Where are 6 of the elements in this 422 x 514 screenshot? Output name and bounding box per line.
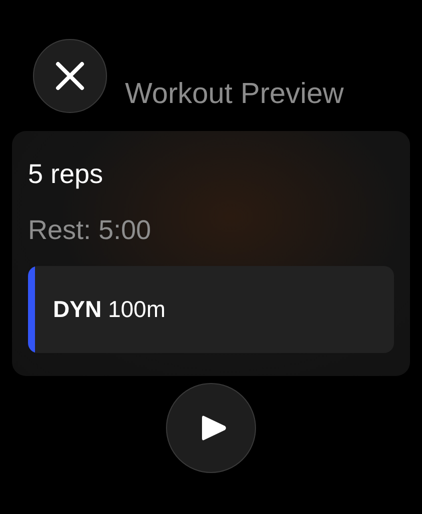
close-icon <box>55 61 85 91</box>
window-title: Workout Preview <box>125 78 344 111</box>
interval-label: DYN 100m <box>53 296 166 323</box>
rest-label: Rest: 5:00 <box>28 215 152 246</box>
play-icon <box>201 414 227 442</box>
reps-label: 5 reps <box>28 159 104 190</box>
